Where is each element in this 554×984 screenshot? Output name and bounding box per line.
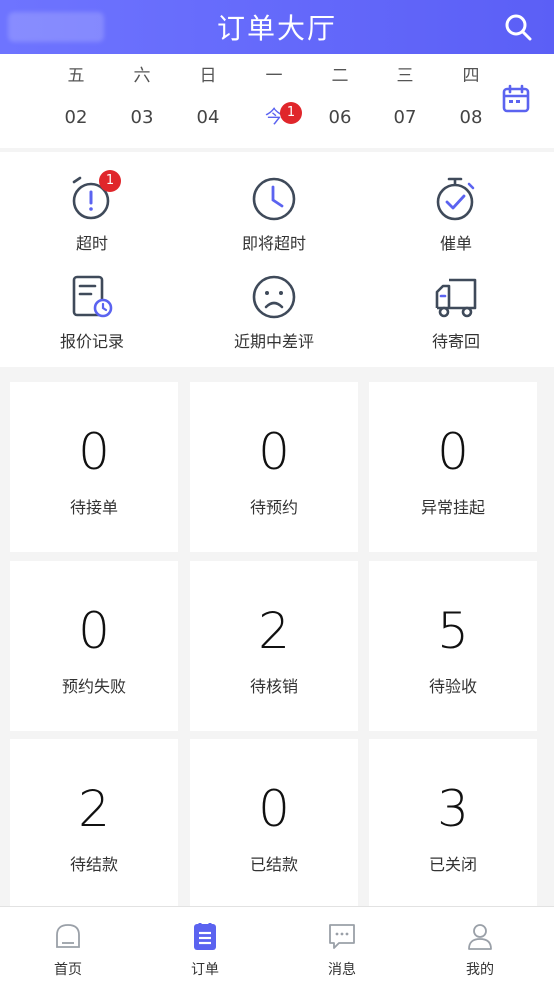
stat-card-exception-suspended[interactable]: 0 异常挂起 [369, 382, 537, 552]
date-label: 06 [328, 107, 352, 128]
stat-label: 待结款 [69, 855, 118, 874]
clock-icon [252, 177, 296, 221]
quick-actions: 1 超时 即将超时 催单 报价记录 近期中差评 待寄回 [0, 152, 554, 367]
search-icon[interactable] [504, 13, 532, 41]
stopwatch-check-icon [436, 177, 475, 221]
tab-label: 消息 [328, 962, 356, 978]
quick-pending-return[interactable]: 待寄回 [376, 274, 536, 352]
stat-label: 待验收 [428, 677, 477, 696]
quick-label: 即将超时 [241, 234, 306, 253]
stat-value: 0 [78, 423, 110, 481]
quick-recent-bad-reviews[interactable]: 近期中差评 [194, 274, 354, 352]
weekday-label: 一 [265, 66, 283, 86]
stat-label: 待核销 [249, 677, 298, 696]
stat-card-pending-appointment[interactable]: 0 待预约 [190, 382, 358, 552]
stat-value: 0 [78, 602, 110, 660]
calendar-icon[interactable] [502, 84, 530, 114]
stat-label: 待接单 [69, 498, 118, 517]
quick-label: 近期中差评 [233, 332, 314, 351]
day-item-today[interactable]: 一 今 1 [252, 64, 302, 130]
day-item[interactable]: 四 08 [449, 64, 493, 130]
stat-value: 2 [78, 780, 110, 838]
date-label: 04 [196, 107, 220, 128]
stat-label: 异常挂起 [420, 498, 485, 517]
day-item[interactable]: 二 06 [318, 64, 362, 130]
stat-card-pending-settlement[interactable]: 2 待结款 [10, 739, 178, 909]
weekday-label: 五 [67, 66, 85, 86]
quick-label: 超时 [75, 234, 108, 253]
quick-urge[interactable]: 催单 [376, 176, 536, 254]
stat-value: 0 [258, 423, 290, 481]
stat-card-appointment-failed[interactable]: 0 预约失败 [10, 561, 178, 731]
cart-icon [435, 278, 477, 318]
stat-card-pending-accept[interactable]: 0 待接单 [10, 382, 178, 552]
weekday-label: 四 [462, 66, 480, 86]
day-item[interactable]: 日 04 [186, 64, 230, 130]
stat-card-pending-acceptance[interactable]: 5 待验收 [369, 561, 537, 731]
stat-label: 待预约 [249, 498, 298, 517]
header-bar: 订单大厅 [0, 0, 554, 54]
tab-messages[interactable]: 消息 [302, 921, 382, 979]
tab-label: 我的 [466, 962, 494, 978]
date-label: 02 [64, 107, 88, 128]
date-label: 08 [459, 107, 483, 128]
stat-value: 5 [437, 602, 469, 660]
quick-label: 报价记录 [59, 332, 124, 351]
tab-me[interactable]: 我的 [440, 921, 520, 979]
quick-label: 待寄回 [431, 332, 480, 351]
weekday-label: 二 [331, 66, 349, 86]
user-icon [468, 924, 492, 950]
stat-label: 预约失败 [61, 677, 126, 696]
stat-label: 已关闭 [428, 855, 477, 874]
tab-order[interactable]: 订单 [165, 921, 245, 979]
tab-label: 订单 [191, 962, 219, 978]
date-label: 07 [393, 107, 417, 128]
message-icon [329, 924, 355, 949]
back-area[interactable] [8, 12, 104, 42]
date-label: 03 [130, 107, 154, 128]
day-item[interactable]: 三 07 [383, 64, 427, 130]
stat-card-closed[interactable]: 3 已关闭 [369, 739, 537, 909]
weekday-label: 三 [396, 66, 414, 86]
day-item[interactable]: 六 03 [120, 64, 164, 130]
stat-value: 0 [258, 780, 290, 838]
quick-quote-record[interactable]: 报价记录 [12, 274, 172, 352]
sad-face-icon [252, 275, 296, 319]
weekday-label: 日 [199, 66, 217, 86]
count-badge: 1 [280, 102, 302, 124]
stat-value: 0 [437, 423, 469, 481]
quick-overtime[interactable]: 1 超时 [12, 170, 172, 254]
weekday-label: 六 [133, 66, 151, 86]
quote-record-icon [72, 275, 113, 318]
tab-home[interactable]: 首页 [28, 921, 108, 979]
stat-card-settled[interactable]: 0 已结款 [190, 739, 358, 909]
quick-label: 催单 [439, 234, 472, 253]
order-icon [194, 923, 216, 950]
stat-label: 已结款 [249, 855, 298, 874]
page-title: 订单大厅 [216, 12, 337, 45]
stat-value: 2 [258, 602, 290, 660]
count-badge: 1 [99, 170, 121, 192]
bottom-tab-bar: 首页 订单 消息 我的 [0, 906, 554, 984]
tab-label: 首页 [54, 962, 82, 978]
home-icon [56, 924, 80, 948]
stat-card-pending-verify[interactable]: 2 待核销 [190, 561, 358, 731]
stat-value: 3 [437, 780, 469, 838]
quick-soon-overtime[interactable]: 即将超时 [194, 176, 354, 254]
day-item[interactable]: 五 02 [54, 64, 98, 130]
date-selector: 五 02 六 03 日 04 一 今 1 二 06 三 07 四 08 [0, 54, 554, 148]
